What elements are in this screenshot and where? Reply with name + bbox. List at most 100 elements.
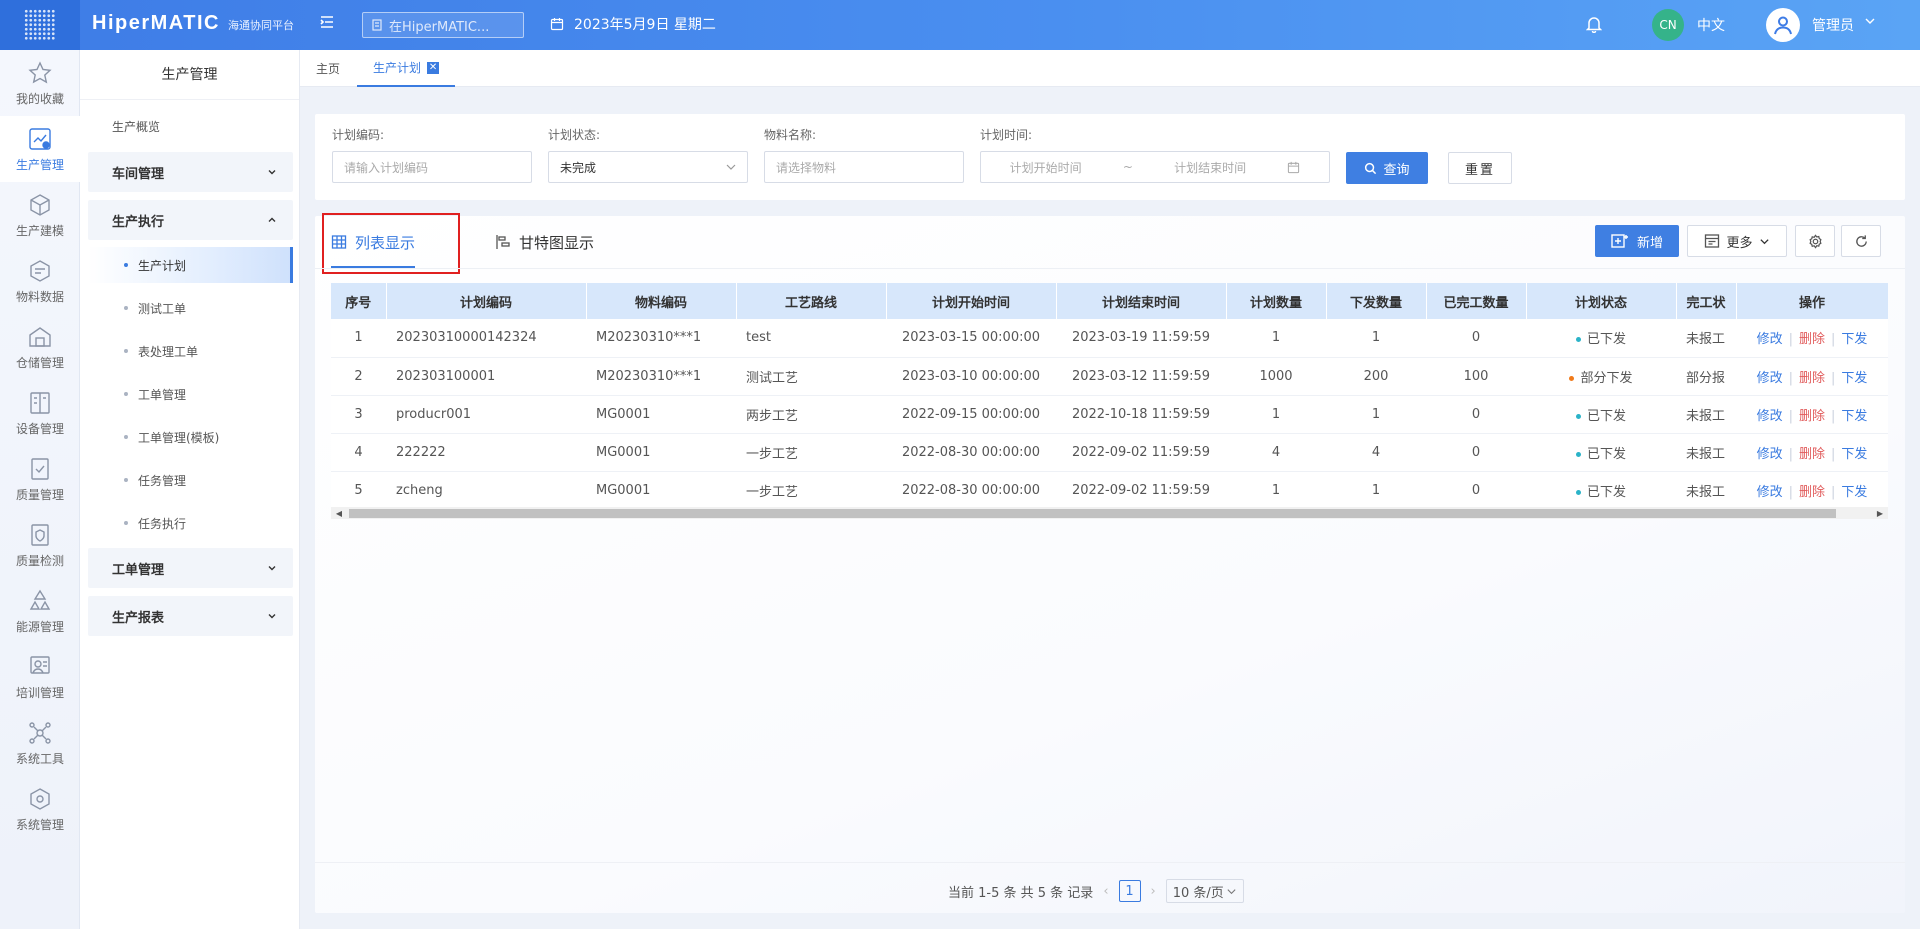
more-button[interactable]: 更多 bbox=[1687, 225, 1787, 257]
tab-gantt-view[interactable]: 甘特图显示 bbox=[495, 216, 594, 268]
status-dot bbox=[1575, 413, 1581, 419]
refresh-button[interactable] bbox=[1841, 225, 1881, 257]
column-header[interactable]: 计划结束时间 bbox=[1056, 283, 1227, 319]
plan-status-select[interactable]: 未完成 bbox=[548, 151, 748, 183]
status-text: 已下发 bbox=[1586, 446, 1626, 462]
module-inspection[interactable]: 质量检测 bbox=[0, 512, 80, 578]
module-energy[interactable]: 能源管理 bbox=[0, 578, 80, 644]
module-system[interactable]: 系统管理 bbox=[0, 776, 80, 842]
menu-group-execution[interactable]: 生产执行 bbox=[88, 200, 293, 240]
menu-toggle-icon[interactable] bbox=[316, 13, 338, 35]
cell-plan-qty: 4 bbox=[1226, 433, 1326, 472]
cell-code: zcheng bbox=[386, 471, 586, 507]
table-row[interactable]: 5 zcheng MG0001 一步工艺 2022-08-30 00:00:00 2022… bbox=[331, 471, 1888, 507]
delete-link[interactable]: 删除 bbox=[1799, 485, 1825, 500]
delete-link[interactable]: 删除 bbox=[1799, 447, 1825, 462]
plan-code-input[interactable]: 请输入计划编码 bbox=[332, 151, 532, 183]
current-date: 2023年5月9日 星期二 bbox=[550, 14, 716, 34]
menu-group-label: 工单管理 bbox=[112, 562, 165, 578]
add-button[interactable]: 新增 bbox=[1595, 225, 1679, 257]
column-header[interactable]: 已完工数量 bbox=[1426, 283, 1527, 319]
scroll-left-icon[interactable]: ◀ bbox=[333, 507, 345, 519]
language-badge[interactable]: CN bbox=[1652, 9, 1684, 41]
query-button[interactable]: 查询 bbox=[1346, 152, 1428, 184]
column-header[interactable]: 物料编码 bbox=[586, 283, 737, 319]
module-favorites[interactable]: 我的收藏 bbox=[0, 50, 80, 116]
divider bbox=[315, 268, 1905, 269]
delete-link[interactable]: 删除 bbox=[1799, 409, 1825, 424]
cell-route: 一步工艺 bbox=[736, 433, 886, 472]
page-size-select[interactable]: 10 条/页 bbox=[1165, 879, 1244, 903]
menu-item-overview[interactable]: 生产概览 bbox=[112, 118, 160, 135]
column-header[interactable]: 计划编码 bbox=[386, 283, 587, 319]
menu-group-work-orders[interactable]: 工单管理 bbox=[88, 548, 293, 588]
column-header[interactable]: 工艺路线 bbox=[736, 283, 887, 319]
menu-item-label: 工单管理(模板) bbox=[138, 430, 220, 445]
calendar-icon bbox=[550, 18, 564, 31]
scroll-right-icon[interactable]: ▶ bbox=[1874, 507, 1886, 519]
user-menu[interactable]: 管理员 bbox=[1812, 15, 1876, 35]
prev-page-icon[interactable]: ‹ bbox=[1103, 884, 1108, 899]
module-device[interactable]: 设备管理 bbox=[0, 380, 80, 446]
edit-link[interactable]: 修改 bbox=[1757, 485, 1783, 500]
menu-group-reports[interactable]: 生产报表 bbox=[88, 596, 293, 636]
module-warehouse[interactable]: 仓储管理 bbox=[0, 314, 80, 380]
material-select[interactable]: 请选择物料 bbox=[764, 151, 964, 183]
bell-icon[interactable] bbox=[1585, 15, 1603, 37]
issue-link[interactable]: 下发 bbox=[1841, 409, 1867, 424]
column-header[interactable]: 下发数量 bbox=[1326, 283, 1427, 319]
issue-link[interactable]: 下发 bbox=[1841, 371, 1867, 386]
end-time-placeholder: 计划结束时间 bbox=[1174, 160, 1247, 175]
issue-link[interactable]: 下发 bbox=[1841, 485, 1867, 500]
table-row[interactable]: 4 222222 MG0001 一步工艺 2022-08-30 00:00:00 2022… bbox=[331, 433, 1888, 472]
avatar[interactable] bbox=[1766, 8, 1800, 42]
module-modeling[interactable]: 生产建模 bbox=[0, 182, 80, 248]
column-header[interactable]: 计划状态 bbox=[1526, 283, 1677, 319]
cell-end: 2022-09-02 11:59:59 bbox=[1056, 433, 1226, 472]
menu-item-task-manage[interactable]: 任务管理 bbox=[88, 462, 293, 498]
horizontal-scrollbar[interactable]: ◀ ▶ bbox=[331, 507, 1888, 519]
column-header[interactable]: 计划数量 bbox=[1226, 283, 1327, 319]
edit-link[interactable]: 修改 bbox=[1757, 447, 1783, 462]
edit-link[interactable]: 修改 bbox=[1757, 371, 1783, 386]
plan-time-range[interactable]: 计划开始时间 ~ 计划结束时间 bbox=[980, 151, 1330, 183]
inspection-icon bbox=[31, 523, 49, 546]
issue-link[interactable]: 下发 bbox=[1841, 447, 1867, 462]
menu-item-task-exec[interactable]: 任务执行 bbox=[88, 505, 293, 541]
delete-link[interactable]: 删除 bbox=[1799, 332, 1825, 347]
next-page-icon[interactable]: › bbox=[1151, 884, 1156, 899]
page-number[interactable]: 1 bbox=[1118, 880, 1141, 902]
menu-item-test-order[interactable]: 测试工单 bbox=[88, 290, 293, 326]
tab-home[interactable]: 主页 bbox=[316, 50, 340, 87]
app-grid-button[interactable] bbox=[0, 0, 80, 50]
reset-button[interactable]: 重置 bbox=[1448, 152, 1512, 184]
column-header[interactable]: 序号 bbox=[331, 283, 387, 319]
table-row[interactable]: 2 202303100001 M20230310***1 测试工艺 2023-03-10… bbox=[331, 357, 1888, 396]
language-switch[interactable]: 中文 bbox=[1697, 15, 1725, 35]
module-production[interactable]: 生产管理 bbox=[0, 116, 80, 182]
table-row[interactable]: 1 20230310000142324 M20230310***1 test 2023-… bbox=[331, 319, 1888, 358]
column-header[interactable]: 计划开始时间 bbox=[886, 283, 1057, 319]
issue-link[interactable]: 下发 bbox=[1841, 332, 1867, 347]
tab-production-plan[interactable]: 生产计划 ✕ bbox=[357, 50, 456, 87]
close-icon[interactable]: ✕ bbox=[427, 61, 440, 74]
module-quality[interactable]: 质量管理 bbox=[0, 446, 80, 512]
scrollbar-thumb[interactable] bbox=[349, 509, 1836, 518]
global-search-input[interactable]: 在HiperMATIC... bbox=[362, 12, 524, 38]
menu-item-table-order[interactable]: 表处理工单 bbox=[88, 333, 293, 369]
column-settings-button[interactable] bbox=[1795, 225, 1835, 257]
module-tools[interactable]: 系统工具 bbox=[0, 710, 80, 776]
module-material[interactable]: 物料数据 bbox=[0, 248, 80, 314]
menu-item-production-plan[interactable]: 生产计划 bbox=[88, 247, 293, 283]
column-header[interactable]: 完工状 bbox=[1676, 283, 1737, 319]
table-row[interactable]: 3 producr001 MG0001 两步工艺 2022-09-15 00:00:00… bbox=[331, 395, 1888, 434]
edit-link[interactable]: 修改 bbox=[1757, 332, 1783, 347]
module-training[interactable]: 培训管理 bbox=[0, 644, 80, 710]
menu-item-work-order[interactable]: 工单管理 bbox=[88, 376, 293, 412]
menu-item-work-order-template[interactable]: 工单管理(模板) bbox=[88, 419, 293, 455]
menu-group-workshop[interactable]: 车间管理 bbox=[88, 152, 293, 192]
list-view-highlight-box bbox=[322, 213, 460, 274]
date-text: 2023年5月9日 星期二 bbox=[574, 17, 716, 33]
delete-link[interactable]: 删除 bbox=[1799, 371, 1825, 386]
edit-link[interactable]: 修改 bbox=[1757, 409, 1783, 424]
